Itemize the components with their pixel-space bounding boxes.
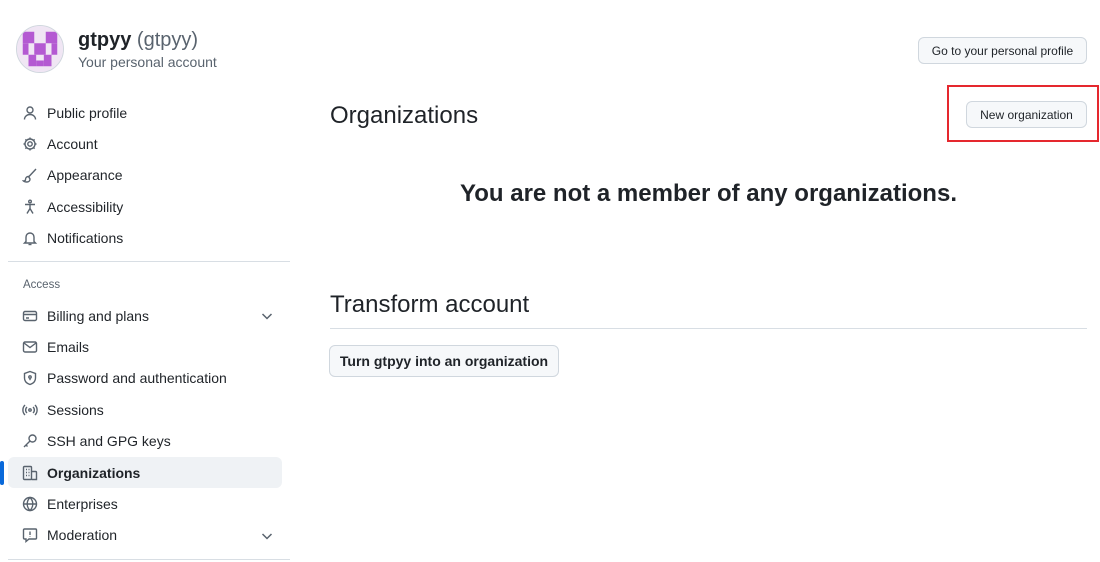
accessibility-icon xyxy=(22,199,38,215)
chevron-down-icon[interactable] xyxy=(260,309,274,323)
sidebar-item-appearance[interactable]: Appearance xyxy=(8,160,290,191)
sidebar-item-label: Appearance xyxy=(47,167,123,184)
empty-state-message: You are not a member of any organization… xyxy=(460,180,957,207)
sidebar-item-notifications[interactable]: Notifications xyxy=(8,223,290,254)
sidebar-item-moderation[interactable]: Moderation xyxy=(8,520,290,551)
sidebar-item-public-profile[interactable]: Public profile xyxy=(8,97,290,128)
sidebar-divider xyxy=(8,260,290,262)
sidebar-item-label: Notifications xyxy=(47,230,124,247)
avatar[interactable] xyxy=(16,25,64,73)
bell-icon xyxy=(22,230,38,246)
account-display-name: gtpyy xyxy=(78,28,132,51)
sidebar-item-ssh-gpg-keys[interactable]: SSH and GPG keys xyxy=(8,426,290,457)
sidebar-item-label: Password and authentication xyxy=(47,370,227,387)
broadcast-icon xyxy=(22,402,38,418)
account-identity: gtpyy (gtpyy) Your personal account xyxy=(16,25,217,73)
report-icon xyxy=(22,527,38,544)
identicon-icon xyxy=(17,26,63,72)
key-icon xyxy=(22,433,38,449)
sidebar-item-label: Accessibility xyxy=(47,198,124,215)
new-organization-button[interactable]: New organization xyxy=(966,101,1087,128)
go-to-profile-button[interactable]: Go to your personal profile xyxy=(918,37,1087,64)
sidebar-item-label: SSH and GPG keys xyxy=(47,433,171,450)
transform-account-title: Transform account xyxy=(330,291,530,318)
sidebar-item-enterprises[interactable]: Enterprises xyxy=(8,488,290,519)
sidebar-item-label: Organizations xyxy=(47,464,141,481)
account-name[interactable]: gtpyy (gtpyy) xyxy=(78,28,217,52)
person-icon xyxy=(22,105,38,121)
sidebar-item-label: Billing and plans xyxy=(47,307,149,324)
sidebar-item-emails[interactable]: Emails xyxy=(8,331,290,362)
sidebar-item-label: Moderation xyxy=(47,527,118,544)
sidebar-group-access: Access xyxy=(23,278,61,291)
mail-icon xyxy=(22,339,38,355)
settings-sidebar: Public profile Account Appearance Access… xyxy=(0,97,290,551)
organization-icon xyxy=(22,465,38,481)
sidebar-divider xyxy=(8,559,290,560)
account-login: (gtpyy) xyxy=(136,28,199,51)
sidebar-item-label: Public profile xyxy=(47,104,128,121)
sidebar-item-password[interactable]: Password and authentication xyxy=(8,363,290,394)
sidebar-item-organizations[interactable]: Organizations xyxy=(0,456,282,489)
sidebar-item-label: Account xyxy=(47,136,98,153)
sidebar-item-sessions[interactable]: Sessions xyxy=(8,394,290,425)
sidebar-item-accessibility[interactable]: Accessibility xyxy=(8,191,290,222)
section-divider xyxy=(330,328,1087,329)
sidebar-item-account[interactable]: Account xyxy=(8,128,290,159)
credit-card-icon xyxy=(22,308,38,324)
globe-icon xyxy=(22,496,38,512)
turn-into-organization-button[interactable]: Turn gtpyy into an organization xyxy=(329,345,559,377)
paintbrush-icon xyxy=(22,167,38,184)
shield-lock-icon xyxy=(22,370,38,386)
sidebar-item-label: Sessions xyxy=(47,401,104,418)
account-subtitle: Your personal account xyxy=(78,53,217,70)
chevron-down-icon[interactable] xyxy=(260,529,274,543)
sidebar-item-billing[interactable]: Billing and plans xyxy=(8,300,290,331)
sidebar-item-label: Emails xyxy=(47,339,90,356)
gear-icon xyxy=(22,136,38,152)
page-title: Organizations xyxy=(330,102,479,129)
sidebar-item-label: Enterprises xyxy=(47,495,118,512)
